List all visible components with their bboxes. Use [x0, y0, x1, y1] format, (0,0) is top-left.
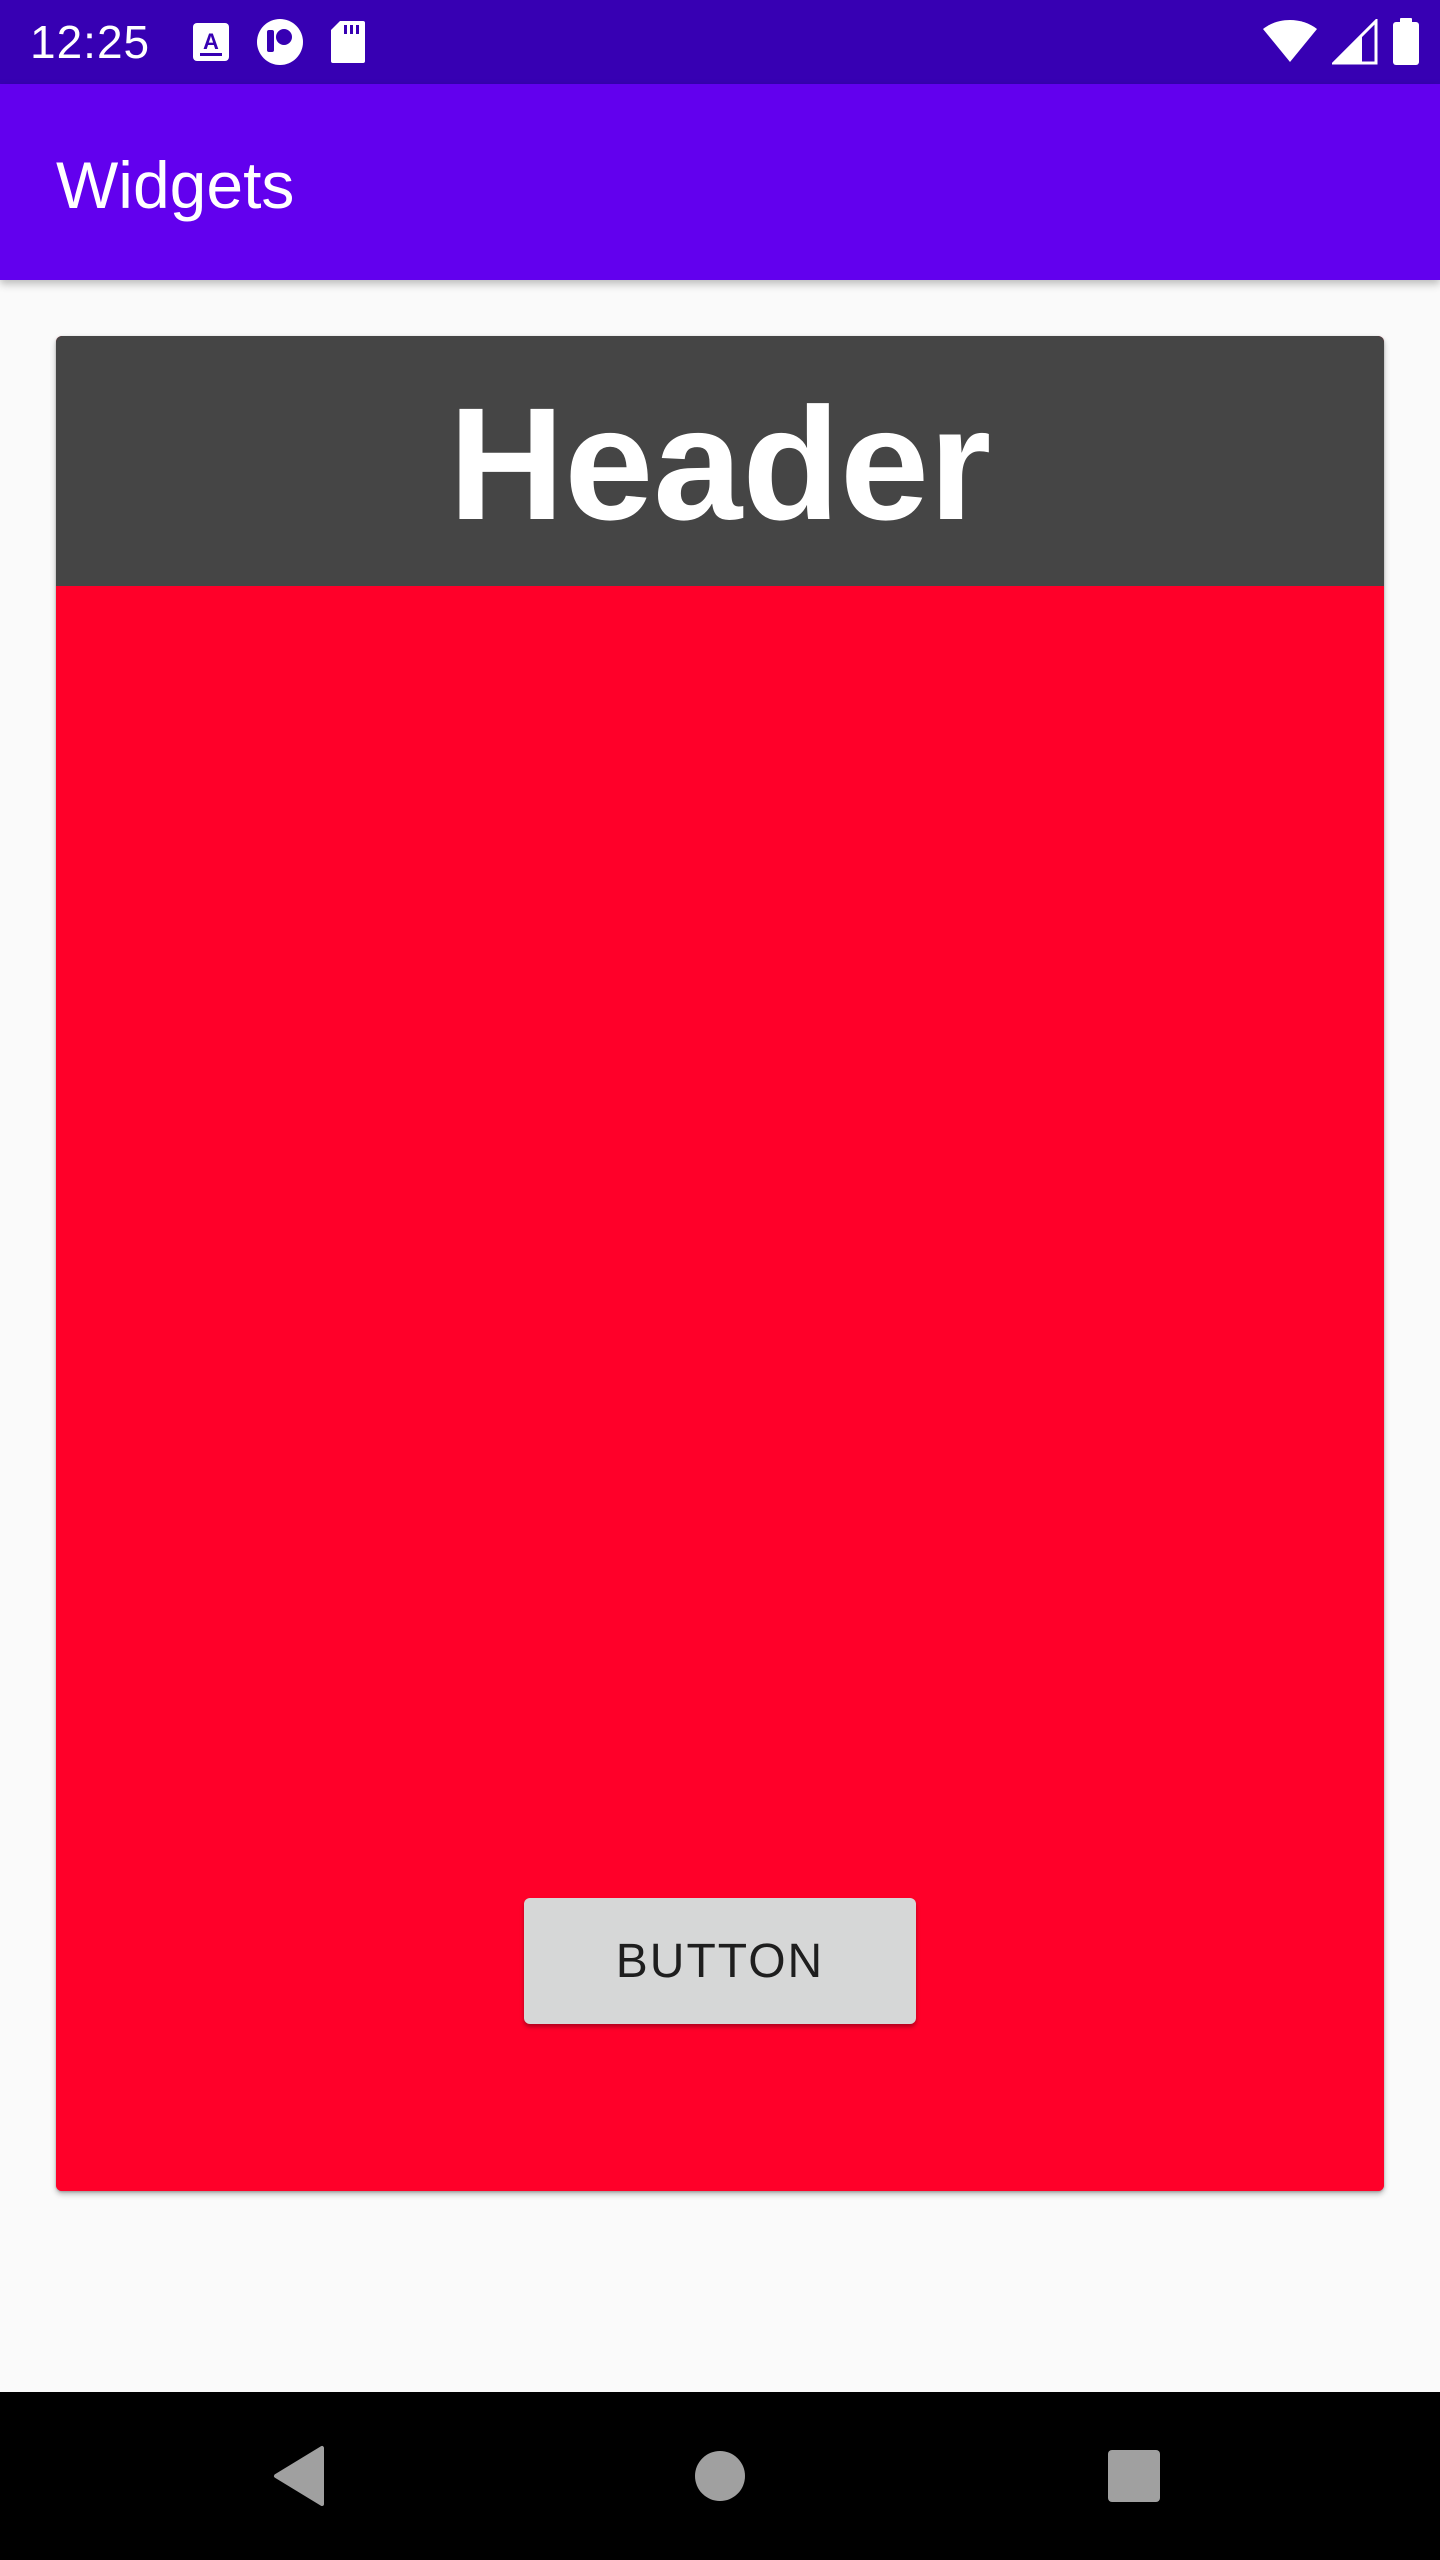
svg-text:A: A [203, 29, 219, 54]
home-button[interactable] [676, 2432, 764, 2520]
a-notification-icon: A [192, 22, 230, 62]
status-notification-icons: A [192, 18, 366, 66]
recents-icon [1108, 2450, 1160, 2502]
card-button[interactable]: BUTTON [524, 1898, 916, 2024]
app-bar: Widgets [0, 84, 1440, 280]
status-time: 12:25 [30, 16, 151, 68]
home-icon [695, 2451, 745, 2501]
sd-card-icon [330, 20, 366, 64]
card-header: Header [56, 336, 1384, 586]
widget-card: Header BUTTON [56, 336, 1384, 2191]
wifi-icon [1262, 20, 1318, 64]
navigation-bar [0, 2392, 1440, 2560]
recents-button[interactable] [1090, 2432, 1178, 2520]
cell-signal-icon [1332, 19, 1378, 65]
status-system-icons [1262, 18, 1420, 66]
app-title: Widgets [56, 148, 295, 222]
battery-icon [1392, 18, 1420, 66]
status-bar: 12:25 A [0, 0, 1440, 84]
back-icon [274, 2446, 324, 2506]
card-header-title: Header [448, 374, 992, 553]
back-button[interactable] [256, 2432, 344, 2520]
circle-notification-icon [256, 18, 304, 66]
